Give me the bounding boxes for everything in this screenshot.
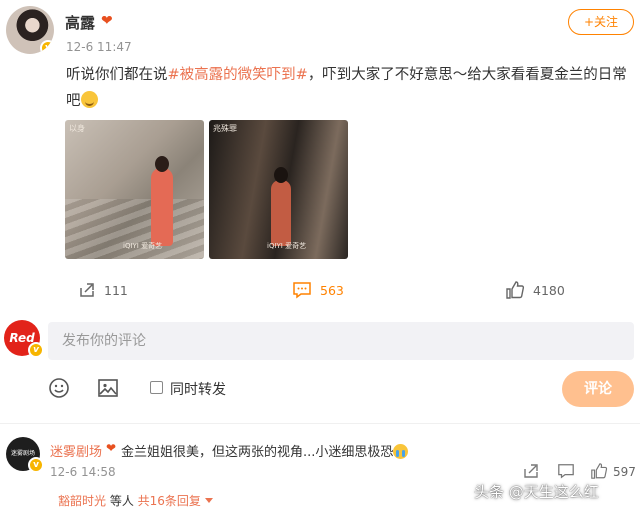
like-icon	[506, 281, 525, 299]
repost-count: 111	[104, 282, 128, 298]
reply-summary[interactable]: 豁韶时光 等人 共16条回复	[58, 492, 213, 509]
post-image-2[interactable]: 兆殊罪 iQIYI 爱奇艺	[209, 120, 348, 259]
post-time[interactable]: 12-6 11:47	[66, 40, 132, 54]
woman-figure	[151, 156, 173, 246]
follow-button[interactable]: +关注	[568, 9, 634, 35]
verified-icon: v	[28, 457, 44, 473]
author-name[interactable]: 高露	[65, 12, 95, 33]
comment-icon[interactable]	[557, 462, 575, 480]
comment-text: 金兰姐姐很美，但这两张的视角...小迷细思极恐	[121, 441, 409, 460]
repost-icon[interactable]	[522, 462, 540, 480]
submit-comment-button[interactable]: 评论	[562, 371, 634, 407]
hashtag-link[interactable]: #被高露的微笑吓到#	[168, 67, 308, 83]
watermark: 头条 @天生这么红	[474, 483, 599, 501]
like-button[interactable]: 4180	[505, 279, 565, 301]
like-icon[interactable]	[590, 462, 608, 480]
forward-checkbox[interactable]	[150, 381, 163, 394]
heart-eyes-icon: ❤	[101, 13, 113, 29]
comment-icon	[293, 282, 311, 299]
comment-like-count: 597	[613, 465, 636, 479]
smile-emoji-icon	[80, 91, 98, 108]
reply-mid: 等人	[106, 494, 138, 508]
comment-body: 金兰姐姐很美，但这两张的视角...小迷细思极恐	[121, 445, 394, 460]
verified-icon: v	[28, 342, 44, 358]
repost-icon	[80, 283, 94, 297]
divider	[0, 423, 640, 424]
reply-total[interactable]: 共16条回复	[138, 494, 201, 508]
my-avatar[interactable]: Red v	[4, 320, 44, 358]
commenter-name[interactable]: 迷雾剧场	[50, 441, 102, 460]
image-icon[interactable]	[97, 377, 119, 399]
commenter-avatar-text: 迷雾剧场	[10, 450, 35, 457]
heart-eyes-icon: ❤	[106, 441, 117, 455]
comment-count: 563	[320, 282, 344, 298]
chevron-down-icon	[204, 498, 213, 503]
post-text-before: 听说你们都在说	[66, 67, 168, 83]
commenter-avatar[interactable]: 迷雾剧场 v	[6, 437, 44, 473]
image-caption: 以身	[69, 124, 85, 133]
crying-emoji-icon	[393, 444, 409, 459]
reply-user[interactable]: 豁韶时光	[58, 494, 106, 508]
repost-button[interactable]: 111	[78, 279, 128, 301]
comment-button[interactable]: 563	[292, 279, 344, 301]
woman-figure	[271, 167, 291, 246]
comment-input[interactable]: 发布你的评论	[48, 322, 634, 360]
verified-icon: v	[40, 40, 54, 54]
image-caption: 兆殊罪	[213, 124, 237, 133]
image-watermark: iQIYI 爱奇艺	[123, 242, 163, 250]
like-count: 4180	[533, 282, 565, 298]
author-avatar[interactable]: v	[6, 6, 54, 54]
post-image-1[interactable]: 以身 iQIYI 爱奇艺	[65, 120, 204, 259]
forward-label[interactable]: 同时转发	[170, 379, 226, 399]
comment-time: 12-6 14:58	[50, 465, 116, 479]
emoji-icon[interactable]	[48, 377, 70, 399]
image-watermark: iQIYI 爱奇艺	[267, 242, 307, 250]
post-text: 听说你们都在说#被高露的微笑吓到#，吓到大家了不好意思～给大家看看夏金兰的日常吧	[66, 62, 634, 114]
